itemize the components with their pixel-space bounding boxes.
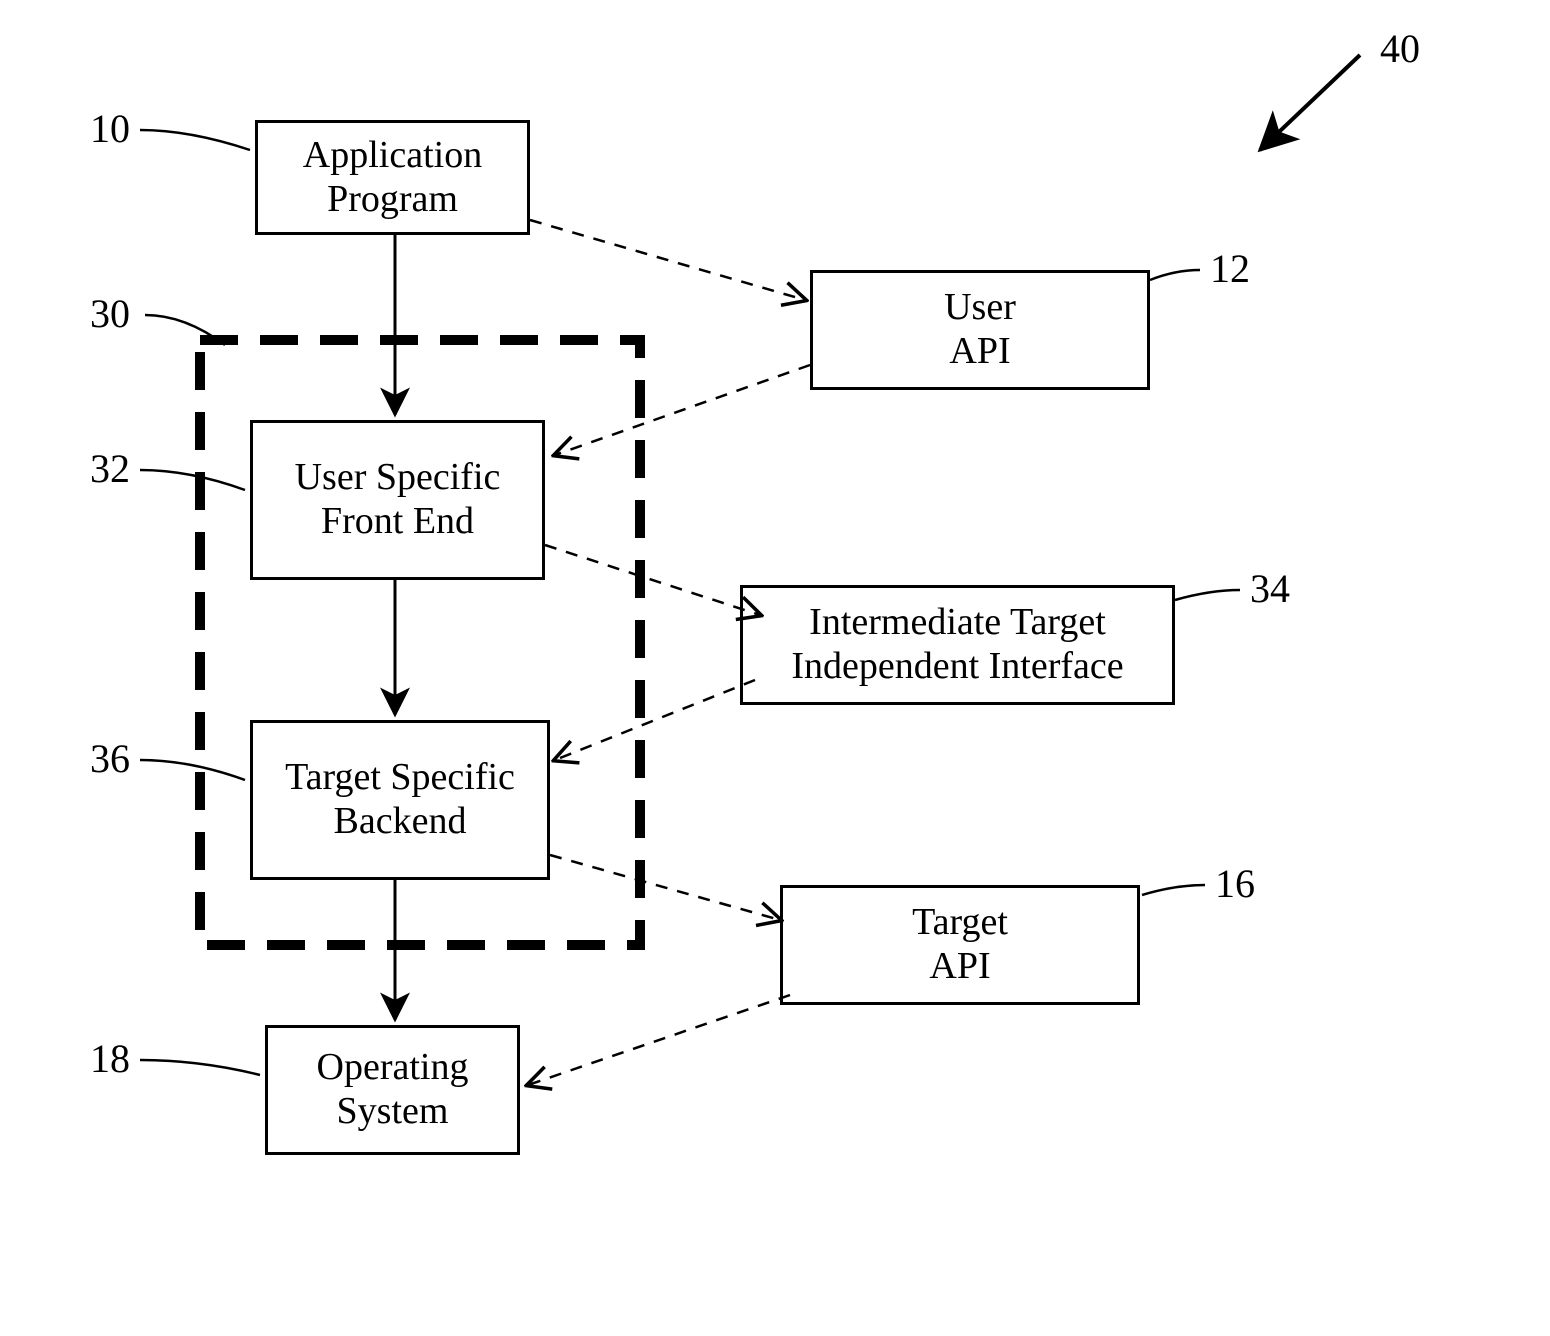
ref-18: 18 (90, 1035, 130, 1082)
box-userapi-line2: API (949, 330, 1010, 374)
tick-34 (1175, 590, 1240, 600)
ref-30: 30 (90, 290, 130, 337)
dashed-app-to-userapi (530, 220, 805, 300)
figure-40-arrow (1260, 55, 1360, 150)
box-frontend-line1: User Specific (295, 456, 501, 500)
dashed-targetapi-to-os (528, 995, 790, 1085)
dashed-userapi-to-frontend (555, 365, 810, 455)
box-iti-line2: Independent Interface (791, 645, 1123, 689)
tick-10 (140, 130, 250, 150)
box-frontend-line2: Front End (321, 500, 474, 544)
tick-36 (140, 760, 245, 780)
tick-18 (140, 1060, 260, 1075)
box-userapi-line1: User (944, 286, 1016, 330)
dashed-backend-to-targetapi (550, 855, 780, 920)
dashed-iti-to-backend (555, 680, 755, 760)
ref-12: 12 (1210, 245, 1250, 292)
ref-10: 10 (90, 105, 130, 152)
box-app-line1: Application (303, 134, 482, 178)
box-iti-line1: Intermediate Target (809, 601, 1106, 645)
dashed-frontend-to-iti (545, 545, 760, 615)
ref-36: 36 (90, 735, 130, 782)
box-user-api: User API (810, 270, 1150, 390)
tick-16 (1142, 885, 1205, 895)
tick-12 (1150, 270, 1200, 280)
tick-32 (140, 470, 245, 490)
box-os-line2: System (337, 1090, 449, 1134)
box-target-specific-backend: Target Specific Backend (250, 720, 550, 880)
box-intermediate-target-independent-interface: Intermediate Target Independent Interfac… (740, 585, 1175, 705)
box-backend-line2: Backend (334, 800, 467, 844)
tick-30 (145, 315, 225, 345)
box-operating-system: Operating System (265, 1025, 520, 1155)
ref-34: 34 (1250, 565, 1290, 612)
box-backend-line1: Target Specific (285, 756, 515, 800)
box-os-line1: Operating (317, 1046, 469, 1090)
box-application-program: Application Program (255, 120, 530, 235)
ref-32: 32 (90, 445, 130, 492)
box-targetapi-line2: API (929, 945, 990, 989)
box-targetapi-line1: Target (912, 901, 1008, 945)
box-target-api: Target API (780, 885, 1140, 1005)
figure-ref-40: 40 (1380, 25, 1420, 72)
box-app-line2: Program (327, 178, 458, 222)
ref-16: 16 (1215, 860, 1255, 907)
box-user-specific-frontend: User Specific Front End (250, 420, 545, 580)
diagram-canvas: 40 30 Application Program 10 User API 12… (0, 0, 1550, 1336)
